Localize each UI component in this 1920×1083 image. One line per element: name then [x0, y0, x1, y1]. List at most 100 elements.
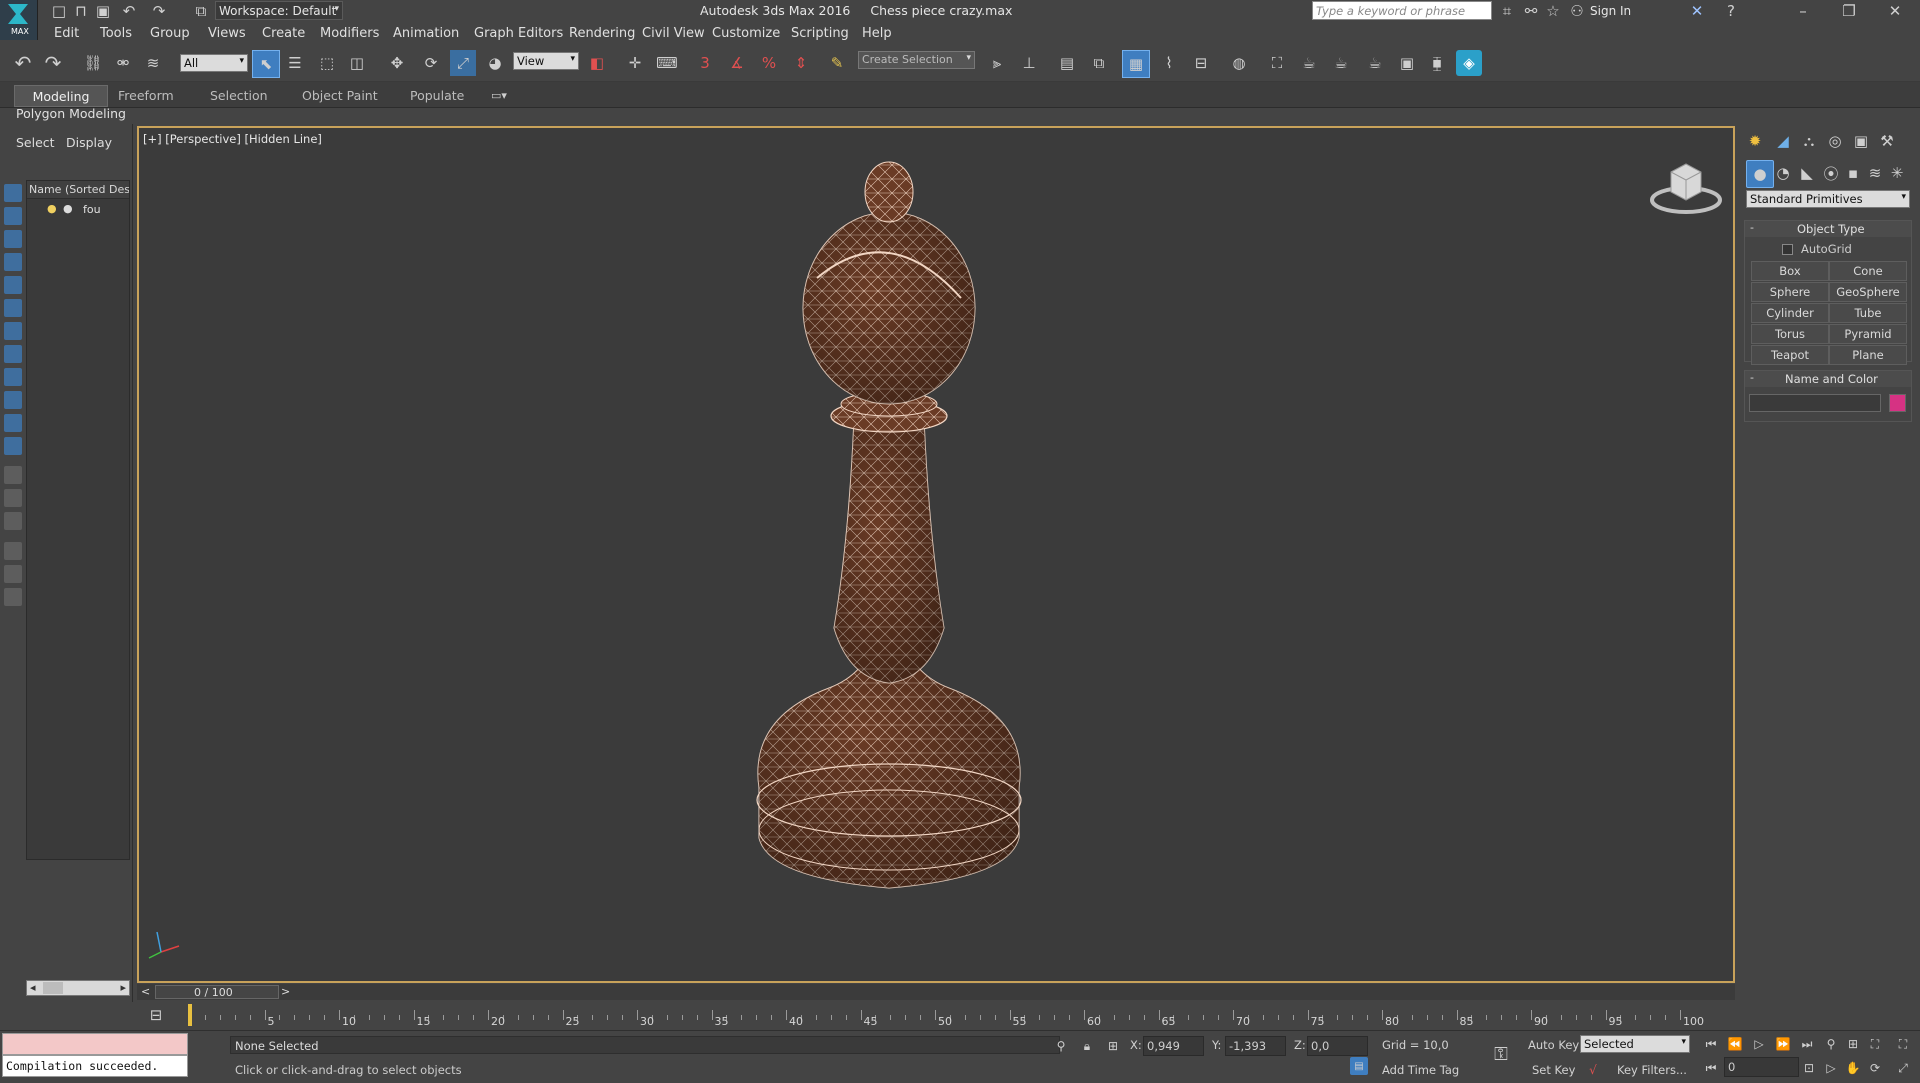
lights-category-icon[interactable]: ◣ — [1794, 160, 1820, 186]
rotate-icon[interactable]: ⟳ — [418, 50, 444, 76]
ribbon-tab-populate[interactable]: Populate — [410, 85, 464, 105]
keyboard-shortcut-icon[interactable]: ⌨ — [654, 50, 680, 76]
display-none-icon[interactable] — [4, 489, 22, 507]
key-curve-icon[interactable]: √ — [1580, 1057, 1606, 1083]
viewport-label[interactable]: [+] [Perspective] [Hidden Line] — [143, 132, 322, 146]
modify-panel-icon[interactable]: ◢ — [1770, 128, 1796, 154]
display-shapes-icon[interactable] — [4, 207, 22, 225]
select-object-icon[interactable]: ⬉ — [252, 50, 280, 78]
goto-start-icon[interactable]: ⏮ — [1698, 1031, 1724, 1057]
bind-spacewarp-icon[interactable]: ≋ — [140, 50, 166, 76]
save-file-icon[interactable]: ▣ — [90, 0, 116, 24]
cylinder-button[interactable]: Cylinder — [1751, 303, 1829, 323]
teapot-button[interactable]: Teapot — [1751, 345, 1829, 365]
viewport-perspective[interactable]: [+] [Perspective] [Hidden Line] — [137, 126, 1735, 983]
display-xrefs-icon[interactable] — [4, 345, 22, 363]
set-key-icon[interactable]: ⚿ — [1488, 1041, 1514, 1067]
time-slider[interactable]: < 0 / 100 > — [137, 984, 1735, 1000]
exchange-icon[interactable]: ✕ — [1684, 0, 1710, 24]
ribbon-sub-label[interactable]: Polygon Modeling — [16, 106, 126, 121]
pivot-center-icon[interactable]: ◧ — [584, 50, 610, 76]
layer-icon[interactable] — [4, 588, 22, 606]
menu-edit[interactable]: Edit — [54, 26, 79, 41]
zoom-extents-icon[interactable]: ⛶ — [1862, 1031, 1888, 1057]
menu-animation[interactable]: Animation — [393, 26, 459, 41]
maxscript-listener-output[interactable]: Compilation succeeded. — [2, 1055, 188, 1077]
torus-button[interactable]: Torus — [1751, 324, 1829, 344]
set-key-button[interactable]: Set Key — [1532, 1063, 1575, 1077]
window-crossing-icon[interactable]: ◫ — [344, 50, 370, 76]
current-frame-field[interactable]: 0 — [1724, 1057, 1799, 1077]
select-manipulate-icon[interactable]: ✛ — [622, 50, 648, 76]
render-setup-icon[interactable]: ⛶ — [1264, 50, 1290, 76]
render-frame-window-icon[interactable]: ⧯ — [1424, 50, 1450, 76]
a360-icon[interactable]: ◈ — [1456, 50, 1482, 76]
chess-bishop-mesh[interactable] — [689, 158, 1089, 988]
rollout-header-object-type[interactable]: - Object Type — [1745, 221, 1911, 237]
display-helpers-icon[interactable] — [4, 276, 22, 294]
maximize-viewport-icon[interactable]: ⤢ — [1890, 1055, 1916, 1081]
mirror-icon[interactable]: ⫸ — [984, 50, 1010, 76]
render-iterative-icon[interactable]: ☕ — [1362, 50, 1388, 76]
user-icon[interactable]: ⚇ — [1564, 0, 1590, 24]
menu-help[interactable]: Help — [862, 26, 892, 41]
snaps-toggle-icon[interactable]: 3 — [692, 50, 718, 76]
display-cameras-icon[interactable] — [4, 253, 22, 271]
undo-icon[interactable]: ↶ — [10, 50, 36, 76]
close-icon[interactable]: ✕ — [1882, 0, 1908, 24]
box-button[interactable]: Box — [1751, 261, 1829, 281]
scroll-thumb[interactable] — [43, 982, 63, 994]
rectangular-selection-icon[interactable]: ⬚ — [314, 50, 340, 76]
goto-end-icon[interactable]: ⏭ — [1794, 1031, 1820, 1057]
star-icon[interactable]: ☆ — [1540, 0, 1566, 24]
menu-group[interactable]: Group — [150, 26, 190, 41]
project-folder-icon[interactable]: ⧉ — [188, 0, 214, 24]
absolute-mode-icon[interactable]: ⊞ — [1100, 1033, 1126, 1059]
link-icon[interactable]: ⛓ — [80, 50, 106, 76]
object-color-swatch[interactable] — [1889, 394, 1906, 412]
display-hidden-icon[interactable] — [4, 437, 22, 455]
time-slider-prev[interactable]: < — [141, 985, 150, 998]
redo-icon[interactable]: ↷ — [40, 50, 66, 76]
menu-scripting[interactable]: Scripting — [791, 26, 849, 41]
curve-editor-icon[interactable]: ⌇ — [1156, 50, 1182, 76]
display-lights-icon[interactable] — [4, 230, 22, 248]
scene-list-header[interactable]: Name (Sorted Desce — [27, 181, 129, 199]
maxscript-listener-top[interactable] — [2, 1033, 188, 1055]
systems-category-icon[interactable]: ✳ — [1884, 160, 1910, 186]
scene-explorer-tab-display[interactable]: Display — [66, 135, 112, 150]
minimize-icon[interactable]: – — [1790, 0, 1816, 24]
track-bar-menu-icon[interactable]: ⊟ — [143, 1002, 169, 1028]
key-filters-button[interactable]: Key Filters... — [1617, 1063, 1687, 1077]
app-logo[interactable]: MAX — [0, 0, 38, 40]
y-coordinate-field[interactable]: -1,393 — [1225, 1036, 1286, 1056]
display-groups-icon[interactable] — [4, 322, 22, 340]
move-icon[interactable]: ✥ — [384, 50, 410, 76]
display-containers-icon[interactable] — [4, 391, 22, 409]
utilities-panel-icon[interactable]: ⚒ — [1874, 128, 1900, 154]
cone-button[interactable]: Cone — [1829, 261, 1907, 281]
light-bulb-icon[interactable]: ● — [47, 202, 57, 215]
hierarchy-icon[interactable] — [4, 565, 22, 583]
object-name-field[interactable] — [1749, 394, 1881, 412]
orbit-icon[interactable]: ⟳ — [1862, 1055, 1888, 1081]
undo-small-icon[interactable]: ↶ — [116, 0, 142, 24]
auto-key-button[interactable]: Auto Key — [1528, 1038, 1579, 1052]
ribbon-tab-object-paint[interactable]: Object Paint — [302, 85, 378, 105]
display-frozen-icon[interactable] — [4, 414, 22, 432]
edit-named-selection-icon[interactable]: ✎ — [824, 50, 850, 76]
ribbon-toggle-icon[interactable]: ⧉ — [1086, 50, 1112, 76]
autogrid-checkbox[interactable] — [1782, 244, 1793, 255]
play-icon[interactable]: ▷ — [1746, 1031, 1772, 1057]
ribbon-options-icon[interactable]: ▭▾ — [486, 82, 512, 108]
create-panel-icon[interactable]: ✹ — [1742, 128, 1768, 154]
schematic-view-icon[interactable]: ⊟ — [1188, 50, 1214, 76]
tube-button[interactable]: Tube — [1829, 303, 1907, 323]
prev-frame-icon[interactable]: ⏪ — [1722, 1031, 1748, 1057]
sign-in-link[interactable]: Sign In — [1590, 4, 1631, 18]
display-bones-icon[interactable] — [4, 368, 22, 386]
x-coordinate-field[interactable]: 0,949 — [1143, 1036, 1204, 1056]
unlink-icon[interactable]: ⚮ — [110, 50, 136, 76]
menu-tools[interactable]: Tools — [100, 26, 132, 41]
scene-explorer-tab-select[interactable]: Select — [16, 135, 55, 150]
